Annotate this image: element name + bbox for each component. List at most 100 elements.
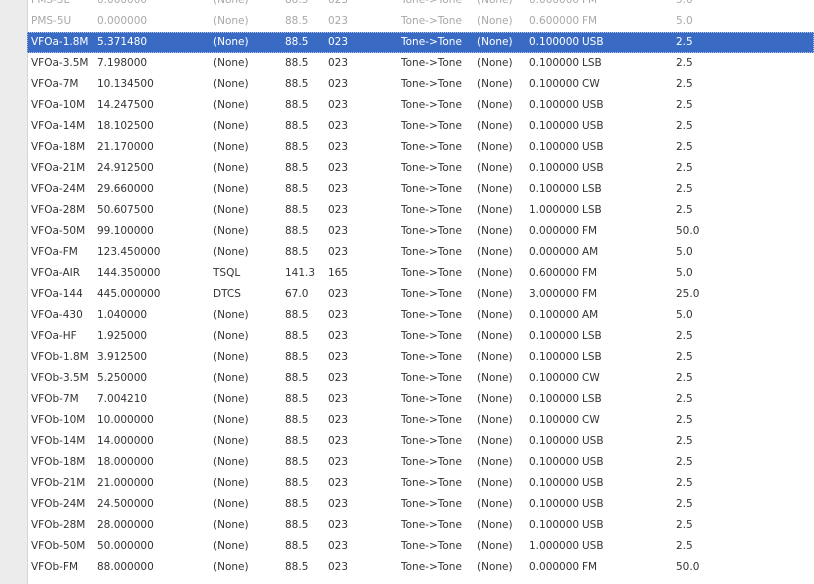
cell-offset: 0.100000 [529,372,580,384]
cell-tuning-step: 2.5 [676,78,693,90]
table-row[interactable]: VFOa-18M 21.170000 (None) 88.5 023 Tone-… [27,137,814,158]
cell-cross-mode: Tone->Tone [401,15,462,27]
table-row[interactable]: VFOb-28M 28.000000 (None) 88.5 023 Tone-… [27,515,814,536]
cell-tuning-step: 2.5 [676,351,693,363]
cell-mode: USB [582,120,604,132]
cell-name: VFOb-14M [31,435,86,447]
cell-name: VFOb-10M [31,414,86,426]
cell-tuning-step: 2.5 [676,498,693,510]
cell-cross-mode: Tone->Tone [401,435,462,447]
table-row[interactable]: VFOa-7M 10.134500 (None) 88.5 023 Tone->… [27,74,814,95]
cell-frequency: 21.000000 [97,477,154,489]
table-row[interactable]: PMS-5L 0.000000 (None) 88.5 023 Tone->To… [27,0,814,11]
cell-tone-mode: (None) [213,141,249,153]
cell-tone: 88.5 [285,372,309,384]
cell-tone-mode: (None) [213,561,249,573]
table-row[interactable]: VFOb-14M 14.000000 (None) 88.5 023 Tone-… [27,431,814,452]
cell-offset: 0.000000 [529,561,580,573]
cell-offset: 0.100000 [529,519,580,531]
cell-frequency: 14.247500 [97,99,154,111]
cell-rx-mode: (None) [477,372,513,384]
table-body: PMS-5L 0.000000 (None) 88.5 023 Tone->To… [27,0,814,578]
table-row[interactable]: VFOa-430 1.040000 (None) 88.5 023 Tone->… [27,305,814,326]
cell-dtcs-code: 023 [328,36,349,48]
cell-tone: 88.5 [285,57,309,69]
cell-rx-mode: (None) [477,456,513,468]
cell-cross-mode: Tone->Tone [401,57,462,69]
cell-rx-mode: (None) [477,183,513,195]
cell-rx-mode: (None) [477,99,513,111]
table-row[interactable]: VFOa-21M 24.912500 (None) 88.5 023 Tone-… [27,158,814,179]
cell-frequency: 3.912500 [97,351,148,363]
table-row[interactable]: VFOb-50M 50.000000 (None) 88.5 023 Tone-… [27,536,814,557]
cell-tone: 88.5 [285,225,309,237]
cell-dtcs-code: 023 [328,0,349,6]
cell-offset: 0.100000 [529,57,580,69]
cell-cross-mode: Tone->Tone [401,246,462,258]
cell-frequency: 10.134500 [97,78,154,90]
cell-tone: 88.5 [285,78,309,90]
table-row[interactable]: VFOa-24M 29.660000 (None) 88.5 023 Tone-… [27,179,814,200]
table-row[interactable]: VFOa-14M 18.102500 (None) 88.5 023 Tone-… [27,116,814,137]
table-row[interactable]: VFOb-3.5M 5.250000 (None) 88.5 023 Tone-… [27,368,814,389]
cell-dtcs-code: 023 [328,78,349,90]
table-row[interactable]: VFOb-18M 18.000000 (None) 88.5 023 Tone-… [27,452,814,473]
cell-mode: AM [582,309,599,321]
cell-cross-mode: Tone->Tone [401,225,462,237]
table-row[interactable]: VFOa-28M 50.607500 (None) 88.5 023 Tone-… [27,200,814,221]
cell-tone-mode: (None) [213,15,249,27]
cell-tuning-step: 2.5 [676,120,693,132]
cell-cross-mode: Tone->Tone [401,519,462,531]
cell-frequency: 10.000000 [97,414,154,426]
cell-mode: LSB [582,351,602,363]
cell-tone-mode: (None) [213,435,249,447]
table-row[interactable]: VFOb-7M 7.004210 (None) 88.5 023 Tone->T… [27,389,814,410]
cell-dtcs-code: 023 [328,393,349,405]
cell-tone: 88.5 [285,477,309,489]
cell-dtcs-code: 023 [328,225,349,237]
table-row[interactable]: VFOa-HF 1.925000 (None) 88.5 023 Tone->T… [27,326,814,347]
cell-offset: 0.100000 [529,456,580,468]
table-row[interactable]: VFOb-24M 24.500000 (None) 88.5 023 Tone-… [27,494,814,515]
table-row[interactable]: VFOa-10M 14.247500 (None) 88.5 023 Tone-… [27,95,814,116]
cell-offset: 0.100000 [529,477,580,489]
cell-tuning-step: 2.5 [676,99,693,111]
cell-tone-mode: (None) [213,246,249,258]
table-row[interactable]: VFOa-3.5M 7.198000 (None) 88.5 023 Tone-… [27,53,814,74]
cell-mode: FM [582,561,598,573]
cell-cross-mode: Tone->Tone [401,267,462,279]
cell-dtcs-code: 023 [328,288,349,300]
table-row[interactable]: VFOb-21M 21.000000 (None) 88.5 023 Tone-… [27,473,814,494]
cell-name: VFOb-21M [31,477,86,489]
table-row[interactable]: VFOa-50M 99.100000 (None) 88.5 023 Tone-… [27,221,814,242]
cell-tone-mode: (None) [213,99,249,111]
cell-frequency: 1.925000 [97,330,148,342]
cell-rx-mode: (None) [477,393,513,405]
cell-dtcs-code: 023 [328,519,349,531]
table-row[interactable]: VFOa-FM 123.450000 (None) 88.5 023 Tone-… [27,242,814,263]
cell-cross-mode: Tone->Tone [401,204,462,216]
cell-name: VFOa-24M [31,183,86,195]
table-row[interactable]: PMS-5U 0.000000 (None) 88.5 023 Tone->To… [27,11,814,32]
cell-cross-mode: Tone->Tone [401,162,462,174]
cell-rx-mode: (None) [477,330,513,342]
cell-tone: 88.5 [285,561,309,573]
table-row[interactable]: VFOa-AIR 144.350000 TSQL 141.3 165 Tone-… [27,263,814,284]
cell-dtcs-code: 023 [328,435,349,447]
cell-tone: 88.5 [285,498,309,510]
table-row[interactable]: VFOa-1.8M 5.371480 (None) 88.5 023 Tone-… [27,32,814,53]
cell-rx-mode: (None) [477,561,513,573]
cell-mode: FM [582,0,598,6]
cell-frequency: 21.170000 [97,141,154,153]
cell-tone-mode: (None) [213,204,249,216]
cell-name: VFOa-7M [31,78,79,90]
cell-frequency: 18.102500 [97,120,154,132]
table-row[interactable]: VFOb-1.8M 3.912500 (None) 88.5 023 Tone-… [27,347,814,368]
cell-tone: 88.5 [285,519,309,531]
cell-tuning-step: 2.5 [676,540,693,552]
table-row[interactable]: VFOa-144 445.000000 DTCS 67.0 023 Tone->… [27,284,814,305]
cell-offset: 0.100000 [529,435,580,447]
cell-dtcs-code: 023 [328,99,349,111]
table-row[interactable]: VFOb-FM 88.000000 (None) 88.5 023 Tone->… [27,557,814,578]
table-row[interactable]: VFOb-10M 10.000000 (None) 88.5 023 Tone-… [27,410,814,431]
